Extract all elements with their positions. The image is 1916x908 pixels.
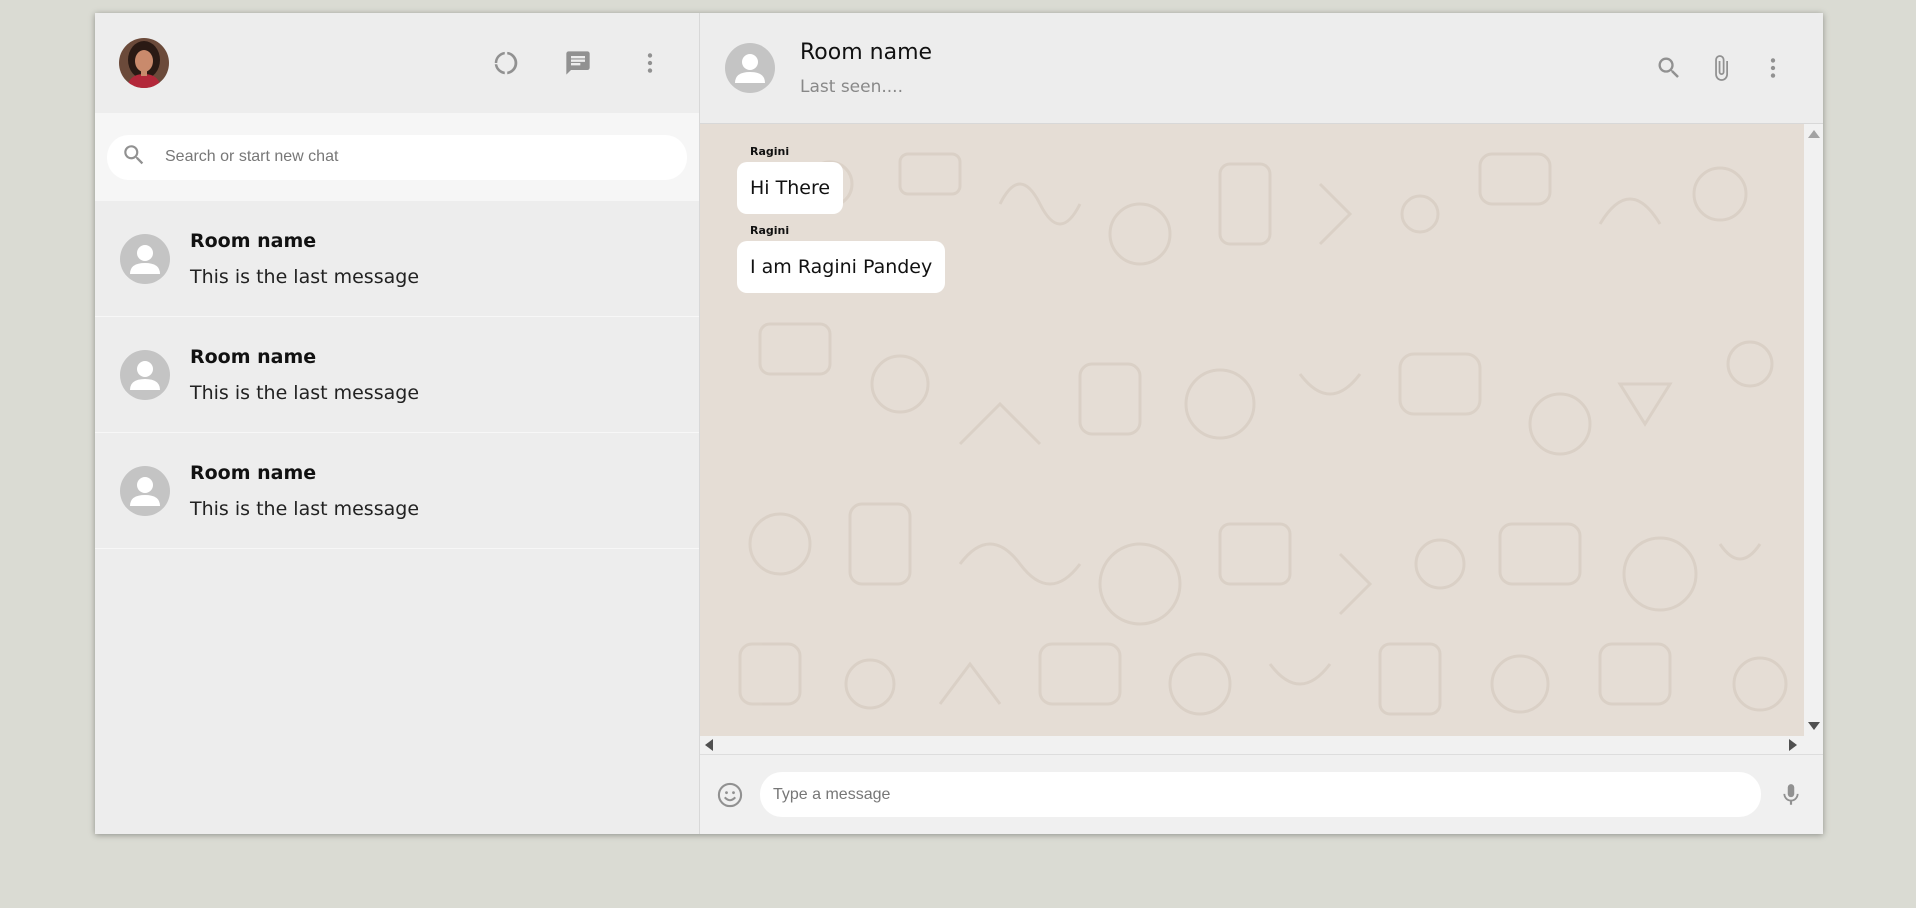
room-avatar[interactable]	[725, 43, 775, 93]
horizontal-scrollbar[interactable]	[700, 736, 1804, 754]
chat-list-item[interactable]: Room name This is the last message	[95, 317, 699, 433]
mic-icon[interactable]	[1771, 772, 1811, 817]
scroll-right-arrow[interactable]	[1789, 739, 1797, 751]
vertical-scrollbar[interactable]	[1804, 124, 1823, 736]
message: Ragini Hi There	[737, 145, 1804, 214]
more-vert-icon[interactable]	[625, 38, 675, 88]
sidebar-header	[95, 13, 699, 113]
scroll-down-arrow[interactable]	[1808, 722, 1820, 730]
room-name: Room name	[800, 39, 933, 65]
chat-name: Room name	[190, 461, 317, 484]
sidebar-header-icons	[481, 38, 675, 88]
chat-footer	[700, 754, 1823, 834]
chat-header-info: Room name Last seen....	[800, 40, 1644, 97]
scroll-left-arrow[interactable]	[705, 739, 713, 751]
attach-icon[interactable]	[1696, 43, 1746, 93]
message-bubble: I am Ragini Pandey	[737, 241, 946, 293]
sidebar-search	[95, 113, 699, 201]
app-window: Room name This is the last message Room …	[95, 13, 1823, 834]
chat-body-container: Ragini Hi There Ragini I am Ragini Pande…	[700, 124, 1823, 754]
chat-name: Room name	[190, 345, 317, 368]
search-icon[interactable]	[1644, 43, 1694, 93]
chat-info: Room name This is the last message	[190, 230, 419, 288]
room-avatar	[120, 465, 170, 516]
chat-panel: Room name Last seen.... Ragini Hi There …	[700, 13, 1823, 834]
chat-info: Room name This is the last message	[190, 346, 419, 404]
chat-list-item[interactable]: Room name This is the last message	[95, 201, 699, 317]
more-vert-icon[interactable]	[1748, 43, 1798, 93]
last-seen: Last seen....	[800, 76, 903, 97]
user-avatar[interactable]	[119, 38, 169, 88]
room-avatar	[120, 349, 170, 400]
chat-header: Room name Last seen....	[700, 13, 1823, 124]
messages-list: Ragini Hi There Ragini I am Ragini Pande…	[700, 124, 1804, 293]
chat-last-message: This is the last message	[190, 381, 420, 404]
search-icon	[121, 142, 147, 172]
search-input[interactable]	[165, 148, 687, 166]
sidebar: Room name This is the last message Room …	[95, 13, 700, 834]
new-chat-icon[interactable]	[553, 38, 603, 88]
message: Ragini I am Ragini Pandey	[737, 224, 1804, 293]
message-bubble: Hi There	[737, 162, 844, 214]
emoji-icon[interactable]	[710, 772, 750, 817]
status-icon[interactable]	[481, 38, 531, 88]
message-author: Ragini	[750, 224, 790, 237]
message-input-box	[760, 772, 1761, 817]
chat-name: Room name	[190, 229, 317, 252]
chat-body[interactable]: Ragini Hi There Ragini I am Ragini Pande…	[700, 124, 1804, 736]
scroll-up-arrow[interactable]	[1808, 130, 1820, 138]
search-box	[107, 134, 687, 180]
room-avatar	[120, 233, 170, 284]
chat-last-message: This is the last message	[190, 497, 420, 520]
chat-last-message: This is the last message	[190, 265, 420, 288]
chat-list-item[interactable]: Room name This is the last message	[95, 433, 699, 549]
message-author: Ragini	[750, 145, 790, 158]
chat-info: Room name This is the last message	[190, 462, 419, 520]
chat-header-icons	[1644, 43, 1798, 93]
chat-list: Room name This is the last message Room …	[95, 201, 699, 834]
message-input[interactable]	[773, 785, 1748, 804]
